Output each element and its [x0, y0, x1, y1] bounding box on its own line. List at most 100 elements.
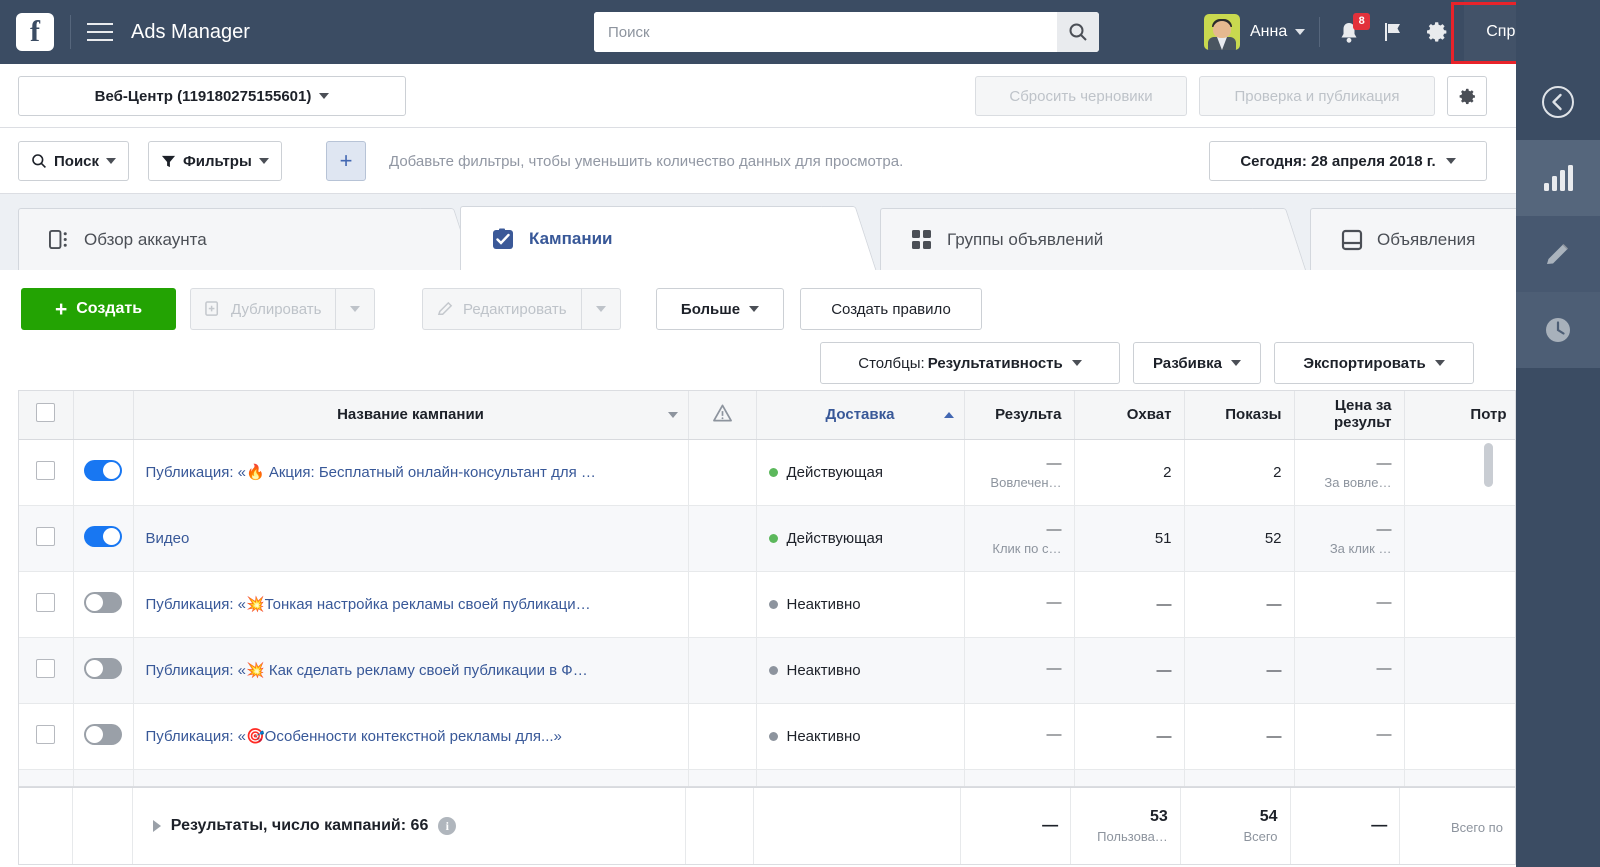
duplicate-button-group[interactable]: Дублировать — [190, 288, 376, 330]
row-toggle-cell[interactable] — [73, 703, 134, 770]
history-button[interactable] — [1516, 292, 1600, 368]
tab-label: Обзор аккаунта — [84, 229, 207, 249]
campaign-name-link[interactable]: Видео — [146, 530, 676, 547]
info-icon[interactable]: i — [438, 817, 457, 835]
reports-button[interactable] — [1516, 140, 1600, 216]
row-select-cell[interactable] — [19, 571, 74, 638]
user-name[interactable]: Анна — [1250, 23, 1287, 41]
row-select-cell[interactable] — [19, 703, 74, 770]
campaign-name-cell[interactable]: Публикация: «💥Тонкая настройка рекламы с… — [133, 571, 689, 638]
breakdown-selector[interactable]: Разбивка — [1133, 342, 1261, 384]
spend-cell — [1404, 439, 1515, 506]
chevron-up-icon[interactable] — [943, 411, 954, 418]
results-cell: — — [964, 637, 1075, 704]
table-row[interactable]: Видео Действующая — Клик по с… 51 52 — За клик … — [19, 505, 1515, 572]
edit-dropdown-button[interactable] — [580, 288, 621, 330]
campaign-name-link[interactable]: Публикация: «🎯Особенности контекстной ре… — [146, 727, 676, 745]
row-select-cell[interactable] — [19, 637, 74, 704]
campaign-status-toggle[interactable] — [84, 459, 122, 481]
chevron-down-icon[interactable] — [1295, 29, 1306, 35]
row-select-cell[interactable] — [19, 439, 74, 506]
table-row[interactable]: Публикация: «🔥 Акция: Бесплатный онлайн-… — [19, 439, 1515, 506]
row-checkbox[interactable] — [36, 460, 56, 480]
review-and-publish-button[interactable]: Проверка и публикация — [1199, 76, 1435, 116]
row-toggle-cell[interactable] — [73, 439, 134, 506]
search-filter-button[interactable]: Поиск — [18, 141, 130, 181]
table-row[interactable]: Публикация: «🎯Особенности контекстной ре… — [19, 703, 1515, 770]
notifications-button[interactable]: 8 — [1334, 13, 1371, 47]
chevron-down-icon[interactable] — [667, 411, 678, 418]
edit-button[interactable]: Редактировать — [422, 288, 581, 330]
column-header-spend[interactable]: Потр — [1404, 391, 1515, 440]
columns-value: Результативность — [927, 354, 1063, 372]
campaign-name-cell[interactable]: Instagram Post — [133, 769, 689, 786]
add-filter-button[interactable]: + — [326, 141, 366, 181]
row-select-cell[interactable] — [19, 505, 74, 572]
facebook-logo[interactable] — [16, 13, 54, 51]
duplicate-dropdown-button[interactable] — [335, 288, 376, 330]
campaign-name-link[interactable]: Публикация: «🔥 Акция: Бесплатный онлайн-… — [146, 463, 676, 481]
column-header-results[interactable]: Результа — [964, 391, 1075, 440]
table-row[interactable]: Публикация: «💥 Как сделать рекламу своей… — [19, 637, 1515, 704]
row-toggle-cell[interactable] — [73, 571, 134, 638]
avatar[interactable] — [1203, 14, 1240, 50]
edit-panel-button[interactable] — [1516, 216, 1600, 292]
summary-cost-value: — — [1371, 817, 1388, 834]
campaign-status-toggle[interactable] — [84, 591, 122, 613]
column-header-delivery[interactable]: Доставка — [756, 391, 965, 440]
tab-account-overview[interactable]: Обзор аккаунта — [18, 208, 475, 270]
select-all-header[interactable] — [19, 391, 74, 440]
campaign-name-cell[interactable]: Публикация: «💥 Как сделать рекламу своей… — [133, 637, 689, 704]
account-settings-button[interactable] — [1447, 76, 1487, 116]
collapse-sidebar-button[interactable] — [1516, 64, 1600, 140]
settings-button[interactable] — [1422, 17, 1452, 47]
column-header-warning[interactable] — [688, 391, 757, 440]
column-header-impressions[interactable]: Показы — [1184, 391, 1295, 440]
create-rule-button[interactable]: Создать правило — [800, 288, 982, 330]
row-checkbox[interactable] — [36, 658, 56, 678]
filters-button[interactable]: Фильтры — [148, 141, 282, 181]
edit-button-group[interactable]: Редактировать — [422, 288, 621, 330]
create-button[interactable]: + Создать — [21, 288, 176, 330]
row-toggle-cell[interactable] — [73, 637, 134, 704]
select-all-checkbox[interactable] — [36, 403, 56, 423]
campaign-name-link[interactable]: Публикация: «💥Тонкая настройка рекламы с… — [146, 595, 676, 613]
ad-account-selector[interactable]: Веб-Центр (119180275155601) — [18, 76, 406, 116]
more-button[interactable]: Больше — [656, 288, 784, 330]
tab-ad-sets[interactable]: Группы объявлений — [880, 208, 1307, 270]
campaign-name-cell[interactable]: Публикация: «🔥 Акция: Бесплатный онлайн-… — [133, 439, 689, 506]
row-toggle-cell[interactable] — [73, 505, 134, 572]
campaign-status-toggle[interactable] — [84, 525, 122, 547]
spend-cell — [1404, 505, 1515, 572]
column-header-cost-per-result[interactable]: Цена за результ — [1294, 391, 1405, 440]
flag-button[interactable] — [1378, 17, 1408, 47]
duplicate-button[interactable]: Дублировать — [190, 288, 336, 330]
campaign-name-cell[interactable]: Видео — [133, 505, 689, 572]
global-search[interactable] — [594, 12, 1099, 52]
vertical-scrollbar-thumb[interactable] — [1484, 443, 1493, 487]
search-input[interactable] — [594, 12, 1057, 52]
campaign-status-toggle[interactable] — [84, 723, 122, 745]
hamburger-menu-icon[interactable] — [87, 23, 113, 41]
search-button[interactable] — [1057, 12, 1099, 52]
campaign-name-link[interactable]: Публикация: «💥 Как сделать рекламу своей… — [146, 661, 676, 679]
campaign-status-toggle[interactable] — [84, 657, 122, 679]
row-select-cell[interactable] — [19, 769, 74, 786]
table-row[interactable]: Публикация: «💥Тонкая настройка рекламы с… — [19, 571, 1515, 638]
tab-campaigns[interactable]: Кампании — [460, 206, 877, 270]
expand-triangle-icon[interactable] — [152, 820, 161, 832]
row-checkbox[interactable] — [36, 526, 56, 546]
row-toggle-cell[interactable] — [73, 769, 134, 786]
columns-selector[interactable]: Столбцы: Результативность — [820, 342, 1120, 384]
reset-drafts-button[interactable]: Сбросить черновики — [975, 76, 1187, 116]
column-label: Название кампании — [337, 406, 484, 424]
row-checkbox[interactable] — [36, 592, 56, 612]
table-row[interactable]: Instagram PostНеактивно———— — [19, 769, 1515, 786]
column-header-reach[interactable]: Охват — [1074, 391, 1185, 440]
impressions-cell: — — [1184, 769, 1295, 786]
campaign-name-cell[interactable]: Публикация: «🎯Особенности контекстной ре… — [133, 703, 689, 770]
date-range-selector[interactable]: Сегодня: 28 апреля 2018 г. — [1209, 141, 1487, 181]
column-header-name[interactable]: Название кампании — [133, 391, 689, 440]
row-checkbox[interactable] — [36, 724, 56, 744]
export-button[interactable]: Экспортировать — [1274, 342, 1474, 384]
